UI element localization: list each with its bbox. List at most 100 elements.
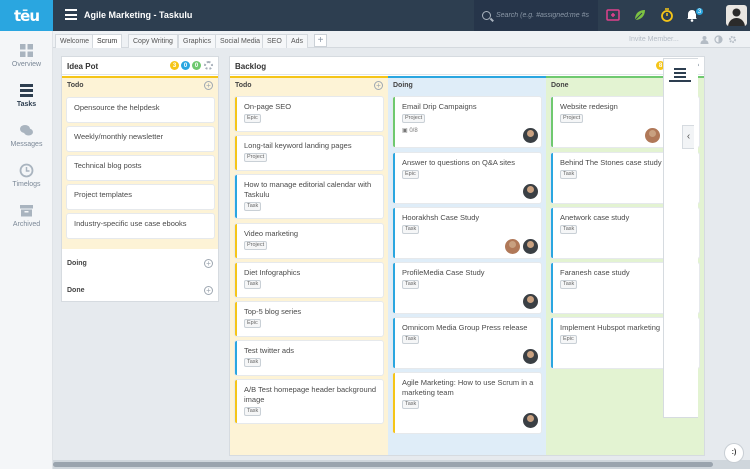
- settings-icon[interactable]: [728, 35, 737, 44]
- idea-pot-panel: Idea Pot 3 0 0 Todo + Opensource the help…: [61, 56, 219, 302]
- backlog-doing-column: Doing Email Drip Campaigns Project ▣ 0/8 A…: [388, 76, 546, 455]
- task-card[interactable]: On-page SEO Epic: [235, 97, 383, 131]
- list-title: Todo: [235, 82, 252, 89]
- task-card[interactable]: Opensource the helpdesk: [67, 98, 214, 122]
- assignee-avatar[interactable]: [523, 239, 538, 254]
- add-card-icon[interactable]: +: [374, 81, 383, 90]
- assignee-avatar[interactable]: [523, 128, 538, 143]
- top-bar: Agile Marketing - Taskulu Search (e.g. #…: [53, 0, 750, 31]
- taskulu-logo[interactable]: tēu: [0, 0, 53, 31]
- task-card[interactable]: Diet Infographics Task: [235, 263, 383, 297]
- panel-title: Idea Pot: [67, 62, 99, 71]
- horizontal-scrollbar[interactable]: [53, 460, 750, 469]
- card-type-tag: Project: [244, 241, 268, 250]
- card-type-tag: Task: [560, 170, 578, 179]
- task-card[interactable]: How to manage editorial calendar with Ta…: [235, 175, 383, 218]
- card-title: How to manage editorial calendar with Ta…: [244, 180, 372, 199]
- sidebar-item-label: Tasks: [16, 101, 37, 108]
- sidebar-item-overview[interactable]: Overview: [0, 43, 53, 79]
- filter-icon[interactable]: [714, 35, 723, 44]
- task-card[interactable]: Weekly/monthly newsletter: [67, 127, 214, 151]
- leaf-icon[interactable]: [633, 8, 647, 22]
- sidebar-item-label: Timelogs: [12, 181, 41, 188]
- task-card[interactable]: Omnicom Media Group Press release Task: [393, 318, 541, 368]
- todo-list: Todo + Opensource the helpdesk Weekly/mon…: [62, 76, 218, 249]
- task-card[interactable]: Video marketing Project: [235, 224, 383, 258]
- tab-graphics[interactable]: Graphics: [178, 34, 217, 48]
- card-title: Project templates: [74, 190, 132, 199]
- add-card-icon[interactable]: +: [204, 286, 213, 295]
- tab-scrum[interactable]: Scrum: [92, 34, 123, 48]
- tab-social-media[interactable]: Social Media: [215, 34, 266, 48]
- task-card[interactable]: Agile Marketing: How to use Scrum in a m…: [393, 373, 541, 433]
- card-title: Test twitter ads: [244, 346, 295, 355]
- invite-member-input[interactable]: Invite Member...: [629, 36, 679, 43]
- board-tabs: Welcome Scrum Copy Writing Graphics Soci…: [53, 31, 750, 48]
- assignee-avatar[interactable]: [523, 294, 538, 309]
- todo-count-badge: 3: [170, 61, 179, 70]
- card-type-tag: Task: [244, 280, 262, 289]
- tab-seo[interactable]: SEO: [262, 34, 287, 48]
- card-title: Opensource the helpdesk: [74, 103, 160, 112]
- card-title: Top-5 blog series: [244, 307, 302, 316]
- sidebar-item-messages[interactable]: Messages: [0, 123, 53, 159]
- scrollbar-thumb[interactable]: [53, 462, 713, 467]
- add-tab-button[interactable]: +: [314, 34, 327, 47]
- task-card[interactable]: Industry-specific use case ebooks: [67, 214, 214, 238]
- tab-ads[interactable]: Ads: [286, 34, 309, 48]
- search-box[interactable]: Search (e.g. #assigned:me #s: [474, 0, 598, 31]
- add-card-icon[interactable]: +: [204, 259, 213, 268]
- task-card[interactable]: Technical blog posts: [67, 156, 214, 180]
- backlog-todo-column: Todo + On-page SEO Epic Long-tail keyword …: [230, 76, 388, 455]
- sidebar-item-label: Archived: [12, 221, 41, 228]
- tab-copy-writing[interactable]: Copy Writing: [128, 34, 178, 48]
- list-header: Todo +: [62, 78, 218, 93]
- list-title: Done: [67, 287, 85, 294]
- assignee-avatar[interactable]: [523, 184, 538, 199]
- doing-count-badge: 0: [181, 61, 190, 70]
- chat-widget-button[interactable]: :): [725, 444, 743, 462]
- task-card[interactable]: Test twitter ads Task: [235, 341, 383, 375]
- members-icon[interactable]: [700, 35, 709, 44]
- assignee-avatar[interactable]: [523, 413, 538, 428]
- list-header: Todo +: [230, 78, 388, 93]
- card-title: Agile Marketing: How to use Scrum in a m…: [402, 378, 534, 397]
- add-card-icon[interactable]: +: [204, 81, 213, 90]
- assignee-avatar[interactable]: [645, 128, 660, 143]
- card-title: Industry-specific use case ebooks: [74, 219, 187, 228]
- backlog-panel: Backlog 8 6 5 Todo + On-page SEO Epic Long…: [229, 56, 705, 456]
- task-card[interactable]: Long-tail keyword landing pages Project: [235, 136, 383, 170]
- gear-icon[interactable]: [204, 61, 213, 70]
- card-type-tag: Task: [402, 225, 420, 234]
- task-card[interactable]: Answer to questions on Q&A sites Epic: [393, 153, 541, 203]
- search-input[interactable]: Search (e.g. #assigned:me #s: [496, 12, 589, 19]
- card-title: Weekly/monthly newsletter: [74, 132, 164, 141]
- assignee-avatar[interactable]: [523, 349, 538, 364]
- task-card[interactable]: Hoorakhsh Case Study Task: [393, 208, 541, 258]
- clock-icon: [19, 163, 34, 178]
- menu-icon[interactable]: [65, 9, 77, 20]
- panel-toggle[interactable]: [669, 64, 691, 82]
- task-card[interactable]: A/B Test homepage header background imag…: [235, 380, 383, 423]
- collapse-panel-button[interactable]: ‹: [682, 125, 694, 149]
- sidebar-item-archived[interactable]: Archived: [0, 203, 53, 239]
- panel-header: Idea Pot 3 0 0: [62, 57, 218, 75]
- sidebar-item-label: Overview: [11, 61, 42, 68]
- timer-icon[interactable]: [660, 8, 674, 22]
- task-card[interactable]: Project templates: [67, 185, 214, 209]
- add-task-icon[interactable]: [606, 8, 620, 22]
- task-card[interactable]: Top-5 blog series Epic: [235, 302, 383, 336]
- task-card[interactable]: Email Drip Campaigns Project ▣ 0/8: [393, 97, 541, 147]
- task-card[interactable]: ProfileMedia Case Study Task: [393, 263, 541, 313]
- card-type-tag: Epic: [244, 319, 261, 328]
- card-title: Hoorakhsh Case Study: [402, 213, 480, 222]
- tab-welcome[interactable]: Welcome: [55, 34, 95, 48]
- checklist-progress: ▣ 0/8: [402, 126, 535, 136]
- assignee-avatar[interactable]: [505, 239, 520, 254]
- done-count-badge: 0: [192, 61, 201, 70]
- sidebar-item-timelogs[interactable]: Timelogs: [0, 163, 53, 199]
- user-avatar[interactable]: [726, 5, 747, 26]
- panel-title: Backlog: [235, 62, 267, 71]
- sidebar-item-tasks[interactable]: Tasks: [0, 83, 53, 119]
- done-list: Done +: [62, 283, 218, 298]
